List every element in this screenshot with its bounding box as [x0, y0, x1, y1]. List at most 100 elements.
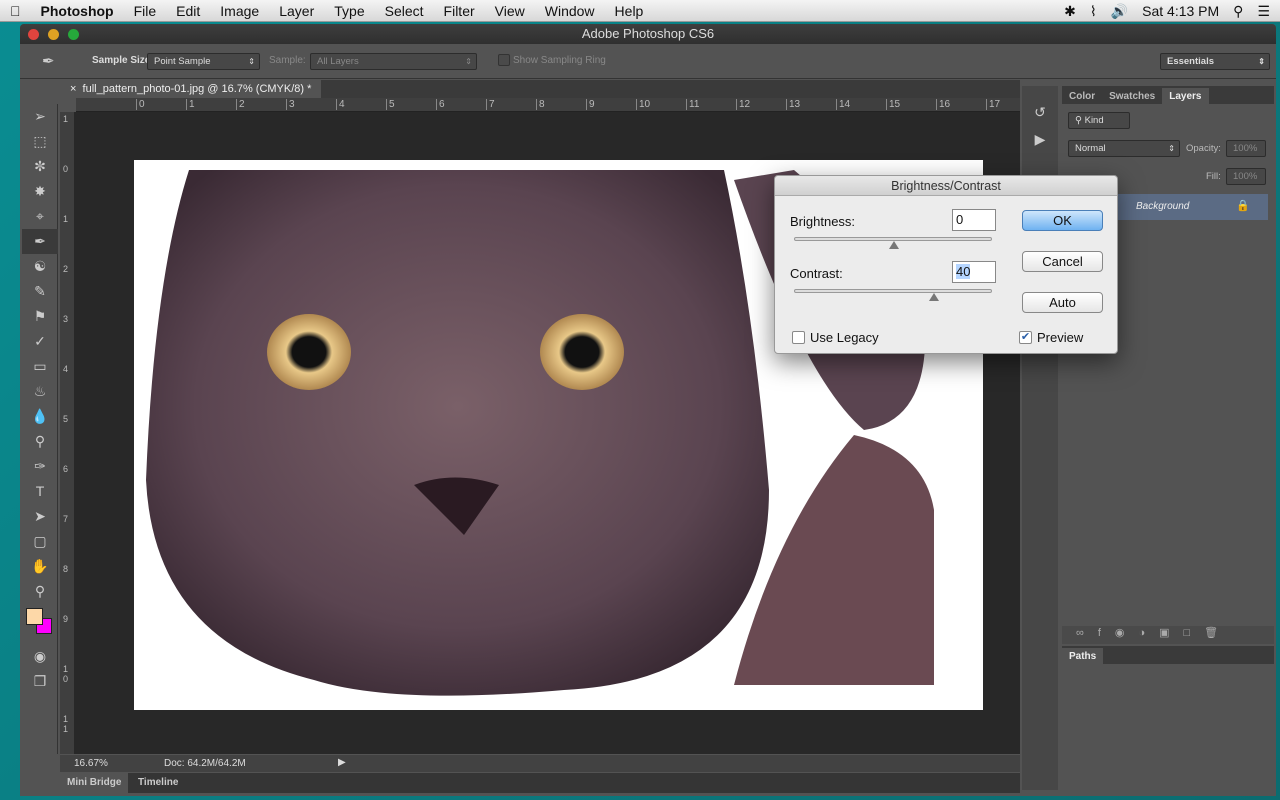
- menu-app[interactable]: Photoshop: [31, 3, 124, 19]
- ruler-tick-label: 17: [986, 99, 1000, 110]
- brightness-contrast-dialog: Brightness/Contrast Brightness: 0 Contra…: [774, 175, 1118, 354]
- close-tab-icon[interactable]: ×: [70, 83, 83, 95]
- menu-select[interactable]: Select: [375, 3, 434, 19]
- menu-file[interactable]: File: [124, 3, 167, 19]
- opacity-field[interactable]: 100%: [1226, 140, 1266, 157]
- show-sampling-ring-checkbox[interactable]: [498, 54, 510, 66]
- lasso-tool[interactable]: ✼: [22, 154, 58, 179]
- minimize-button[interactable]: [48, 29, 59, 40]
- blend-mode-select[interactable]: Normal ⇕: [1068, 140, 1180, 157]
- contrast-input[interactable]: 40: [952, 261, 996, 283]
- fill-field[interactable]: 100%: [1226, 168, 1266, 185]
- clone-stamp-tool[interactable]: ⚑: [22, 304, 58, 329]
- dodge-tool[interactable]: ⚲: [22, 429, 58, 454]
- menu-image[interactable]: Image: [210, 3, 269, 19]
- sample-select[interactable]: All Layers ⇕: [310, 53, 477, 70]
- dialog-title: Brightness/Contrast: [775, 176, 1117, 196]
- hand-tool[interactable]: ✋: [22, 554, 58, 579]
- magic-wand-tool[interactable]: ✸: [22, 179, 58, 204]
- ruler-tick-label: 1: [63, 214, 69, 224]
- close-button[interactable]: [28, 29, 39, 40]
- ruler-tick-label: 0: [136, 99, 145, 110]
- volume-icon[interactable]: 🔊: [1111, 3, 1128, 20]
- chevron-icon: ⇕: [1168, 144, 1175, 153]
- eraser-tool[interactable]: ▭: [22, 354, 58, 379]
- ruler-tick-label: 13: [786, 99, 800, 110]
- ruler-tick-label: 8: [536, 99, 545, 110]
- preview-checkbox[interactable]: ✔: [1019, 331, 1032, 344]
- workspace-select[interactable]: Essentials ⇕: [1160, 53, 1270, 70]
- contrast-slider-thumb[interactable]: [929, 293, 939, 301]
- ruler-tick-label: 9: [63, 614, 69, 624]
- search-icon[interactable]: ⚲: [1233, 3, 1243, 20]
- tab-layers[interactable]: Layers: [1162, 88, 1209, 106]
- tab-swatches[interactable]: Swatches: [1102, 88, 1162, 106]
- status-menu-arrow-icon[interactable]: ▶: [338, 757, 346, 768]
- eyedropper-tool[interactable]: ✒: [22, 229, 58, 254]
- zoom-button[interactable]: [68, 29, 79, 40]
- ruler-tick-label: 4: [336, 99, 345, 110]
- menu-help[interactable]: Help: [605, 3, 654, 19]
- foreground-color-swatch[interactable]: [26, 608, 43, 625]
- menu-edit[interactable]: Edit: [166, 3, 210, 19]
- ruler-tick-label: 2: [63, 264, 69, 274]
- contrast-label: Contrast:: [790, 266, 843, 281]
- clock[interactable]: Sat 4:13 PM: [1142, 3, 1219, 19]
- zoom-tool[interactable]: ⚲: [22, 579, 58, 604]
- use-legacy-checkbox[interactable]: [792, 331, 805, 344]
- wifi-icon[interactable]: ⌇: [1090, 3, 1097, 20]
- brightness-slider-thumb[interactable]: [889, 241, 899, 249]
- eyedropper-icon[interactable]: ✒: [42, 52, 55, 70]
- ruler-tick-label: 11: [686, 99, 699, 110]
- pen-tool[interactable]: ✑: [22, 454, 58, 479]
- search-icon: ⚲: [1075, 115, 1085, 126]
- zoom-level[interactable]: 16.67%: [74, 758, 108, 769]
- brightness-slider[interactable]: [794, 237, 992, 249]
- paint-bucket-tool[interactable]: ♨: [22, 379, 58, 404]
- tab-paths[interactable]: Paths: [1062, 648, 1104, 666]
- color-swatches: [22, 604, 57, 644]
- document-tab[interactable]: × full_pattern_photo-01.jpg @ 16.7% (CMY…: [60, 80, 322, 98]
- menu-window[interactable]: Window: [535, 3, 605, 19]
- brightness-input[interactable]: 0: [952, 209, 996, 231]
- tab-mini-bridge[interactable]: Mini Bridge: [60, 773, 129, 793]
- tab-timeline[interactable]: Timeline: [132, 773, 184, 793]
- blur-tool[interactable]: 💧: [22, 404, 58, 429]
- auto-button[interactable]: Auto: [1022, 292, 1103, 313]
- history-brush-tool[interactable]: ✓: [22, 329, 58, 354]
- history-icon[interactable]: ↺: [1022, 104, 1058, 121]
- path-selection-tool[interactable]: ➤: [22, 504, 58, 529]
- type-tool[interactable]: T: [22, 479, 58, 504]
- ok-button[interactable]: OK: [1022, 210, 1103, 231]
- tab-color[interactable]: Color: [1062, 88, 1102, 106]
- menu-view[interactable]: View: [485, 3, 535, 19]
- list-icon[interactable]: ☰: [1257, 3, 1270, 20]
- ruler-tick-label: 7: [63, 514, 69, 524]
- sample-size-select[interactable]: Point Sample ⇕: [147, 53, 260, 70]
- brush-tool[interactable]: ✎: [22, 279, 58, 304]
- healing-brush-tool[interactable]: ☯: [22, 254, 58, 279]
- ruler-tick-label: 8: [63, 564, 69, 574]
- ruler-tick-label: 10: [636, 99, 650, 110]
- contrast-slider[interactable]: [794, 289, 992, 301]
- ruler-tick-label: 15: [886, 99, 900, 110]
- crop-tool[interactable]: ⌖: [22, 204, 58, 229]
- ruler-tick-label: 1: [186, 99, 195, 110]
- kind-filter[interactable]: ⚲ Kind: [1068, 112, 1130, 129]
- quick-mask-icon[interactable]: ◉: [22, 644, 58, 669]
- layer-actions[interactable]: ∞f◉◑▣□🗑: [1062, 626, 1274, 644]
- marquee-tool[interactable]: ⬚: [22, 129, 58, 154]
- ruler-tick-label: 16: [936, 99, 950, 110]
- menu-filter[interactable]: Filter: [434, 3, 485, 19]
- rectangle-tool[interactable]: ▢: [22, 529, 58, 554]
- move-tool[interactable]: ➢: [22, 104, 58, 129]
- menu-type[interactable]: Type: [324, 3, 374, 19]
- bluetooth-icon[interactable]: ✱: [1064, 3, 1076, 20]
- menu-layer[interactable]: Layer: [269, 3, 324, 19]
- ruler-tick-label: 5: [63, 414, 69, 424]
- screen-mode-icon[interactable]: ❐: [22, 669, 58, 694]
- apple-icon[interactable]: : [0, 3, 31, 19]
- actions-play-icon[interactable]: ▶: [1022, 131, 1058, 148]
- cancel-button[interactable]: Cancel: [1022, 251, 1103, 272]
- kind-label: Kind: [1084, 115, 1104, 126]
